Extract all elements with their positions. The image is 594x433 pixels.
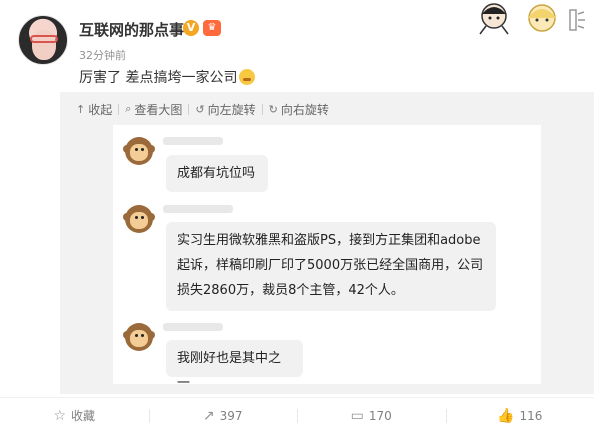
rotate-right-label: 向右旋转 (280, 102, 329, 117)
collapse-button[interactable]: ↑ 收起 (76, 101, 112, 118)
chat-bubble: 我刚好也是其中之一 (166, 340, 303, 391)
monkey-avatar-icon (123, 203, 155, 235)
favorite-button[interactable]: ☆ 收藏 (0, 398, 149, 433)
view-large-button[interactable]: ⌕ 查看大图 (125, 101, 182, 118)
rotate-left-label: 向左旋转 (207, 102, 256, 117)
avatar-glasses (30, 35, 58, 43)
monkey-avatar-icon (123, 135, 155, 167)
view-large-label: 查看大图 (134, 102, 183, 117)
monkey-avatar-icon (123, 321, 155, 353)
chat-body: 成都有坑位吗 实习生用微软雅黑和盗版PS，接到方正集团和adobe起诉，样稿印刷… (113, 125, 541, 391)
chat-message: 实习生用微软雅黑和盗版PS，接到方正集团和adobe起诉，样稿印刷厂印了5000… (177, 233, 484, 298)
action-bar: ☆ 收藏 ↗ 397 ▭ 170 👍 116 (0, 397, 594, 433)
arrow-up-icon: ↑ (76, 102, 86, 116)
thumbs-up-icon: 👍 (497, 407, 515, 424)
rotate-left-button[interactable]: ↺ 向左旋转 (195, 101, 255, 118)
member-badge-icon[interactable]: ♛ (203, 20, 221, 36)
favorite-label: 收藏 (71, 409, 96, 423)
blurred-username (163, 205, 233, 213)
chat-message: 成都有坑位吗 (177, 166, 256, 181)
post-text-content: 厉害了 差点搞垮一家公司 (79, 70, 238, 86)
chat-bubble: 成都有坑位吗 (166, 155, 268, 192)
decorative-cartoon-icon (479, 3, 585, 35)
magnifier-icon: ⌕ (125, 102, 132, 115)
author-name[interactable]: 互联网的那点事 (79, 19, 184, 40)
collapse-label: 收起 (88, 102, 113, 117)
comment-count: 170 (368, 408, 392, 423)
rotate-right-button[interactable]: ↻ 向右旋转 (269, 101, 329, 118)
smirk-emoji-icon (239, 69, 256, 85)
repost-button[interactable]: ↗ 397 (148, 398, 298, 433)
repost-count: 397 (219, 408, 243, 423)
blurred-username (163, 137, 223, 145)
like-count: 116 (519, 408, 543, 423)
rotate-left-icon: ↺ (195, 102, 205, 116)
image-toolbar: ↑ 收起 ⌕ 查看大图 ↺ 向左旋转 ↻ 向右旋转 (76, 100, 335, 118)
chat-bubble: 实习生用微软雅黑和盗版PS，接到方正集团和adobe起诉，样稿印刷厂印了5000… (166, 222, 496, 311)
like-button[interactable]: 👍 116 (445, 398, 594, 433)
toolbar-divider (261, 103, 263, 115)
star-icon: ☆ (53, 407, 67, 424)
blurred-username (163, 323, 223, 331)
post-time[interactable]: 32分钟前 (79, 47, 126, 63)
rotate-right-icon: ↻ (268, 102, 278, 116)
author-avatar[interactable] (18, 15, 68, 65)
comment-icon: ▭ (350, 407, 364, 424)
verified-badge-icon[interactable]: V (183, 20, 199, 36)
repost-icon: ↗ (202, 407, 215, 424)
post-text: 厉害了 差点搞垮一家公司 (79, 67, 256, 87)
chat-screenshot-image[interactable]: 成都有坑位吗 实习生用微软雅黑和盗版PS，接到方正集团和adobe起诉，样稿印刷… (113, 125, 541, 391)
comment-button[interactable]: ▭ 170 (297, 398, 446, 433)
toolbar-divider (188, 103, 190, 115)
toolbar-divider (118, 103, 120, 115)
